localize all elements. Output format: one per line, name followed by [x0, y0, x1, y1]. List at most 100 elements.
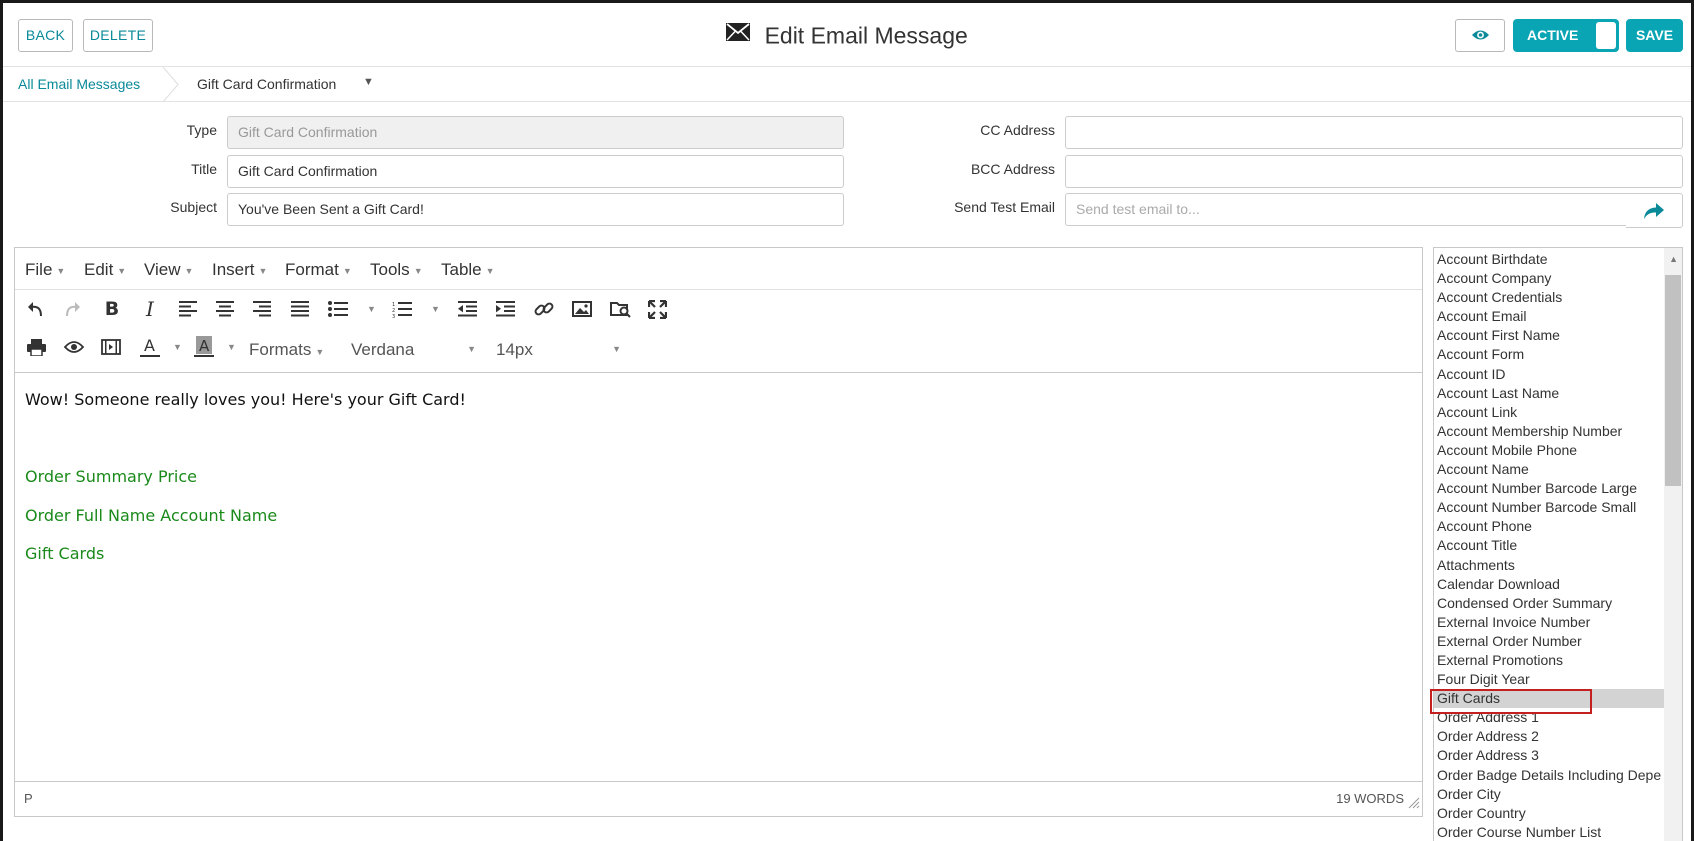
merge-field-option[interactable]: Account First Name	[1434, 326, 1664, 345]
menu-edit-label: Edit	[84, 260, 114, 279]
indent-icon[interactable]	[492, 296, 518, 322]
menu-tools-label: Tools	[370, 260, 410, 279]
merge-field-option[interactable]: Account Link	[1434, 403, 1664, 422]
text-color-icon[interactable]: A	[137, 334, 163, 360]
bullet-list-icon[interactable]	[325, 296, 351, 322]
save-button[interactable]: SAVE	[1626, 19, 1683, 52]
page-title: Edit Email Message	[764, 22, 968, 49]
selection-highlight-box	[1430, 689, 1592, 714]
merge-field-option[interactable]: Account Phone	[1434, 517, 1664, 536]
text-color-caret-icon[interactable]: ▼	[173, 342, 182, 352]
numbered-list-caret-icon[interactable]: ▼	[431, 304, 440, 314]
breadcrumb-current[interactable]: Gift Card Confirmation	[197, 76, 336, 92]
print-icon[interactable]	[23, 334, 49, 360]
eye-icon	[1471, 28, 1490, 47]
merge-field-option[interactable]: Account Title	[1434, 536, 1664, 555]
cc-address-field[interactable]	[1065, 116, 1683, 149]
formats-dropdown[interactable]: Formats ▼	[249, 340, 324, 360]
send-test-email-input[interactable]: Send test email to...	[1065, 193, 1627, 226]
scroll-thumb[interactable]	[1665, 275, 1681, 486]
media-icon[interactable]	[98, 334, 124, 360]
breadcrumb-chevron-icon	[162, 66, 179, 107]
merge-field-option[interactable]: Account Name	[1434, 460, 1664, 479]
merge-field-option[interactable]: Order Address 3	[1434, 746, 1664, 765]
merge-field-order-summary-price[interactable]: Order Summary Price	[25, 467, 197, 486]
merge-field-option[interactable]: Account Last Name	[1434, 384, 1664, 403]
background-color-icon[interactable]: A	[191, 334, 217, 360]
merge-field-option[interactable]: Account Email	[1434, 307, 1664, 326]
merge-field-option[interactable]: Order Badge Details Including Depe	[1434, 766, 1664, 785]
file-browser-icon[interactable]	[607, 296, 633, 322]
merge-field-option[interactable]: Account Credentials	[1434, 288, 1664, 307]
font-size-label: 14px	[496, 340, 533, 359]
italic-icon[interactable]: I	[137, 296, 163, 322]
merge-field-option[interactable]: Account Number Barcode Small	[1434, 498, 1664, 517]
merge-field-gift-cards[interactable]: Gift Cards	[25, 544, 104, 563]
svg-text:3: 3	[392, 314, 395, 318]
menu-table[interactable]: Table ▼	[441, 260, 495, 280]
merge-field-option[interactable]: Order Address 2	[1434, 727, 1664, 746]
align-left-icon[interactable]	[175, 296, 201, 322]
merge-field-option[interactable]: Account Birthdate	[1434, 250, 1664, 269]
content-paragraph-1[interactable]: Wow! Someone really loves you! Here's yo…	[25, 390, 466, 409]
editor-statusbar: P 19 WORDS	[15, 781, 1422, 816]
merge-field-option[interactable]: Calendar Download	[1434, 575, 1664, 594]
bcc-address-field[interactable]	[1065, 155, 1683, 188]
font-family-dropdown[interactable]: Verdana ▼	[351, 340, 476, 360]
subject-field[interactable]: You've Been Sent a Gift Card!	[227, 193, 844, 226]
merge-field-option[interactable]: Account Membership Number	[1434, 422, 1664, 441]
active-toggle[interactable]: ACTIVE	[1513, 19, 1619, 52]
numbered-list-icon[interactable]: 123	[389, 296, 415, 322]
merge-field-option[interactable]: Order City	[1434, 785, 1664, 804]
bcc-address-label: BCC Address	[970, 161, 1055, 177]
merge-field-option[interactable]: Account Company	[1434, 269, 1664, 288]
merge-field-option[interactable]: Account Form	[1434, 345, 1664, 364]
merge-field-list[interactable]: Account Birthdate Account Company Account …	[1433, 247, 1683, 841]
menu-tools[interactable]: Tools ▼	[370, 260, 423, 280]
resize-handle-icon[interactable]	[1408, 796, 1420, 814]
caret-down-icon[interactable]: ▼	[363, 76, 374, 88]
menu-edit[interactable]: Edit ▼	[84, 260, 126, 280]
align-right-icon[interactable]	[249, 296, 275, 322]
element-path[interactable]: P	[24, 791, 33, 806]
redo-icon[interactable]	[59, 296, 85, 322]
editor-content[interactable]: Wow! Someone really loves you! Here's yo…	[15, 372, 1422, 782]
background-color-caret-icon[interactable]: ▼	[227, 342, 236, 352]
bold-icon[interactable]: B	[99, 296, 125, 322]
merge-field-option[interactable]: External Invoice Number	[1434, 613, 1664, 632]
send-test-button[interactable]	[1626, 193, 1683, 228]
subject-label: Subject	[170, 199, 217, 215]
merge-field-option[interactable]: External Promotions	[1434, 651, 1664, 670]
bullet-list-caret-icon[interactable]: ▼	[367, 304, 376, 314]
menu-view[interactable]: View ▼	[144, 260, 193, 280]
merge-field-option[interactable]: Order Country	[1434, 804, 1664, 823]
list-scrollbar[interactable]: ▲	[1664, 248, 1682, 841]
fullscreen-icon[interactable]	[644, 296, 670, 322]
merge-field-option[interactable]: Order Course Number List	[1434, 823, 1664, 841]
image-icon[interactable]	[569, 296, 595, 322]
title-field[interactable]: Gift Card Confirmation	[227, 155, 844, 188]
undo-icon[interactable]	[23, 296, 49, 322]
scroll-up-icon[interactable]: ▲	[1669, 254, 1678, 264]
menu-insert[interactable]: Insert ▼	[212, 260, 267, 280]
merge-field-option[interactable]: Four Digit Year	[1434, 670, 1664, 689]
merge-field-order-full-name[interactable]: Order Full Name Account Name	[25, 506, 277, 525]
breadcrumb-all-email-messages[interactable]: All Email Messages	[18, 76, 140, 92]
merge-field-option[interactable]: External Order Number	[1434, 632, 1664, 651]
link-icon[interactable]	[531, 296, 557, 322]
merge-field-option[interactable]: Account Mobile Phone	[1434, 441, 1664, 460]
font-size-dropdown[interactable]: 14px ▼	[496, 340, 621, 360]
rich-text-editor: File ▼ Edit ▼ View ▼ Insert ▼ Format ▼ Tools ▼…	[14, 247, 1423, 817]
merge-field-option[interactable]: Account Number Barcode Large	[1434, 479, 1664, 498]
align-center-icon[interactable]	[212, 296, 238, 322]
preview-eye-icon[interactable]	[61, 334, 87, 360]
menu-format[interactable]: Format ▼	[285, 260, 352, 280]
merge-field-option[interactable]: Account ID	[1434, 365, 1664, 384]
merge-field-option[interactable]: Condensed Order Summary	[1434, 594, 1664, 613]
merge-field-option[interactable]: Attachments	[1434, 556, 1664, 575]
word-count: 19 WORDS	[1336, 791, 1404, 806]
menu-file[interactable]: File ▼	[25, 260, 65, 280]
align-justify-icon[interactable]	[287, 296, 313, 322]
preview-button[interactable]	[1455, 19, 1505, 52]
outdent-icon[interactable]	[454, 296, 480, 322]
